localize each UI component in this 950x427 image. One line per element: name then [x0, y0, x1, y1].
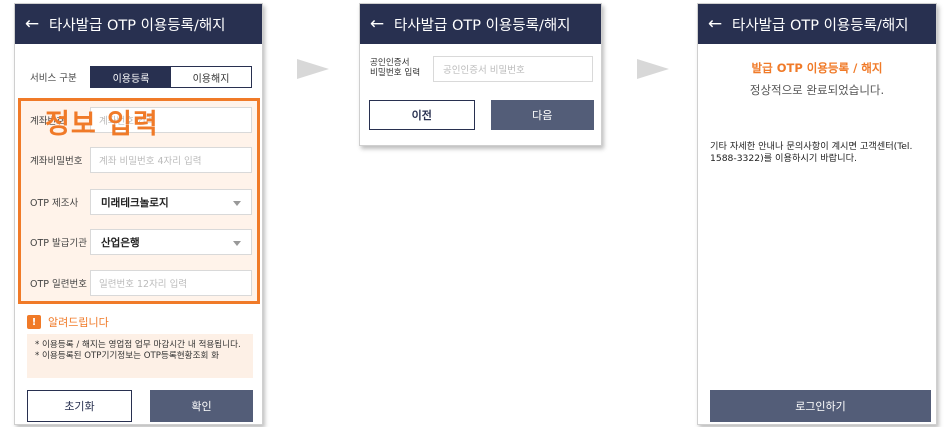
page-title: 타사발급 OTP 이용등록/해지 [394, 17, 571, 34]
back-arrow-icon[interactable]: ← [15, 14, 49, 34]
issuer-select[interactable]: 산업은행 [90, 229, 252, 255]
maker-select[interactable]: 미래테크놀로지 [90, 189, 252, 215]
password-row: 계좌비밀번호 계좌 비밀번호 4자리 입력 [15, 147, 262, 173]
screen-complete: ← 타사발급 OTP 이용등록/해지 발급 OTP 이용등록 / 해지 정상적으… [697, 3, 937, 425]
reset-button[interactable]: 초기화 [27, 390, 132, 422]
confirm-button[interactable]: 확인 [150, 390, 253, 422]
notice-line-2: * 이용등록된 OTP기기정보는 OTP등록현황조회 화 [35, 351, 220, 361]
chevron-down-icon [233, 201, 241, 206]
cert-label-line2: 비밀번호 입력 [370, 68, 421, 78]
cert-password-input[interactable]: 공인인증서 비밀번호 [433, 56, 593, 82]
password-input[interactable]: 계좌 비밀번호 4자리 입력 [90, 147, 252, 173]
next-button[interactable]: 다음 [490, 100, 594, 130]
notice-line-1: * 이용등록 / 해지는 영업점 업무 마감시간 내 적용됩니다. [35, 340, 241, 350]
complete-title: 발급 OTP 이용등록 / 해지 [751, 61, 883, 75]
service-type-row: 서비스 구분 이용등록 이용해지 [15, 66, 262, 88]
register-tab[interactable]: 이용등록 [91, 67, 171, 87]
password-label: 계좌비밀번호 [30, 156, 83, 167]
maker-row: OTP 제조사 미래테크놀로지 [15, 189, 262, 215]
service-type-label: 서비스 구분 [30, 73, 77, 84]
notice-header: ! 알려드립니다 [27, 314, 109, 330]
maker-value: 미래테크놀로지 [101, 196, 169, 209]
cert-password-label: 공인인증서 비밀번호 입력 [370, 58, 420, 78]
notice-title: 알려드립니다 [48, 316, 109, 329]
service-type-toggle: 이용등록 이용해지 [90, 66, 252, 88]
step-arrow-icon [637, 59, 669, 79]
chevron-down-icon [233, 241, 241, 246]
page-title: 타사발급 OTP 이용등록/해지 [732, 17, 909, 34]
screen-info-input: ← 타사발급 OTP 이용등록/해지 서비스 구분 이용등록 이용해지 계좌번호… [14, 3, 263, 425]
issuer-label: OTP 발급기관 [30, 238, 87, 249]
cert-label-line1: 공인인증서 [370, 58, 410, 68]
top-bar: ← 타사발급 OTP 이용등록/해지 [698, 4, 936, 44]
top-bar: ← 타사발급 OTP 이용등록/해지 [15, 4, 262, 44]
back-arrow-icon[interactable]: ← [698, 14, 732, 34]
serial-label: OTP 일련번호 [30, 279, 87, 290]
step-buttons: 이전 다음 [369, 100, 594, 130]
cancel-tab[interactable]: 이용해지 [171, 67, 251, 87]
customer-center-info: 기타 자세한 안내나 문의사항이 계시면 고객센터(Tel. 1588-3322… [710, 141, 913, 164]
maker-label: OTP 제조사 [30, 198, 79, 209]
notice-box: * 이용등록 / 해지는 영업점 업무 마감시간 내 적용됩니다. * 이용등록… [27, 334, 253, 378]
issuer-row: OTP 발급기관 산업은행 [15, 229, 262, 255]
info-input-caption: 정보 입력 [45, 109, 159, 140]
page-title: 타사발급 OTP 이용등록/해지 [49, 17, 226, 34]
prev-button[interactable]: 이전 [369, 100, 475, 130]
screen-certificate: ← 타사발급 OTP 이용등록/해지 공인인증서 비밀번호 입력 공인인증서 비… [359, 3, 602, 146]
action-buttons: 초기화 확인 [27, 390, 253, 422]
step-arrow-icon [297, 59, 329, 79]
serial-row: OTP 일련번호 일련번호 12자리 입력 [15, 270, 262, 296]
complete-subtitle: 정상적으로 완료되었습니다. [749, 83, 885, 97]
issuer-value: 산업은행 [101, 236, 140, 249]
top-bar: ← 타사발급 OTP 이용등록/해지 [360, 4, 601, 44]
serial-input[interactable]: 일련번호 12자리 입력 [90, 270, 252, 296]
flow-stage: ← 타사발급 OTP 이용등록/해지 서비스 구분 이용등록 이용해지 계좌번호… [0, 0, 950, 427]
back-arrow-icon[interactable]: ← [360, 14, 394, 34]
login-button[interactable]: 로그인하기 [710, 390, 931, 422]
alert-icon: ! [27, 315, 41, 329]
